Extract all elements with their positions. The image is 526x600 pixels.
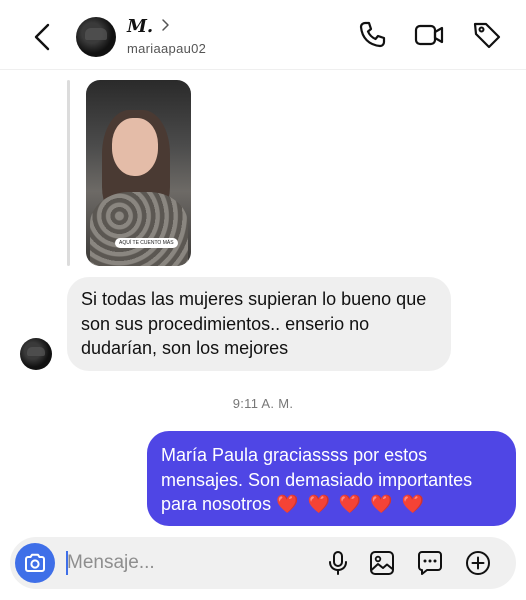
chat-header: M. mariaapau02 [0,0,526,70]
message-timestamp: 9:11 A. M. [232,396,294,411]
contact-avatar[interactable] [76,17,116,57]
back-arrow-icon[interactable] [28,20,58,54]
thumbnail-caption: AQUÍ TE CUENTO MÁS [115,238,178,248]
incoming-message-bubble[interactable]: Si todas las mujeres supieran lo bueno q… [67,277,451,371]
message-composer [10,537,516,589]
camera-icon [25,553,45,572]
outgoing-message-bubble[interactable]: María Paula graciassss por estos mensaje… [147,431,516,526]
shared-video-thumbnail[interactable]: AQUÍ TE CUENTO MÁS [86,80,191,266]
gallery-icon[interactable] [368,549,396,577]
chevron-right-icon[interactable] [160,18,170,32]
contact-display-name[interactable]: M. [127,16,153,37]
microphone-icon[interactable] [324,549,352,577]
heart-emojis: ❤️ ❤️ ❤️ ❤️ ❤️ [276,494,427,514]
reply-indicator-line [67,80,70,266]
video-icon[interactable] [413,19,445,51]
message-input[interactable] [67,549,307,577]
thumbnail-face [112,118,158,176]
incoming-message-text: Si todas las mujeres supieran lo bueno q… [81,289,427,358]
thumbnail-body [90,192,188,266]
camera-button[interactable] [15,543,55,583]
tag-icon[interactable] [471,19,503,51]
contact-username[interactable]: mariaapau02 [127,41,206,56]
phone-icon[interactable] [356,19,388,51]
sender-avatar[interactable] [20,338,52,370]
add-icon[interactable] [464,549,492,577]
sticker-icon[interactable] [416,549,444,577]
